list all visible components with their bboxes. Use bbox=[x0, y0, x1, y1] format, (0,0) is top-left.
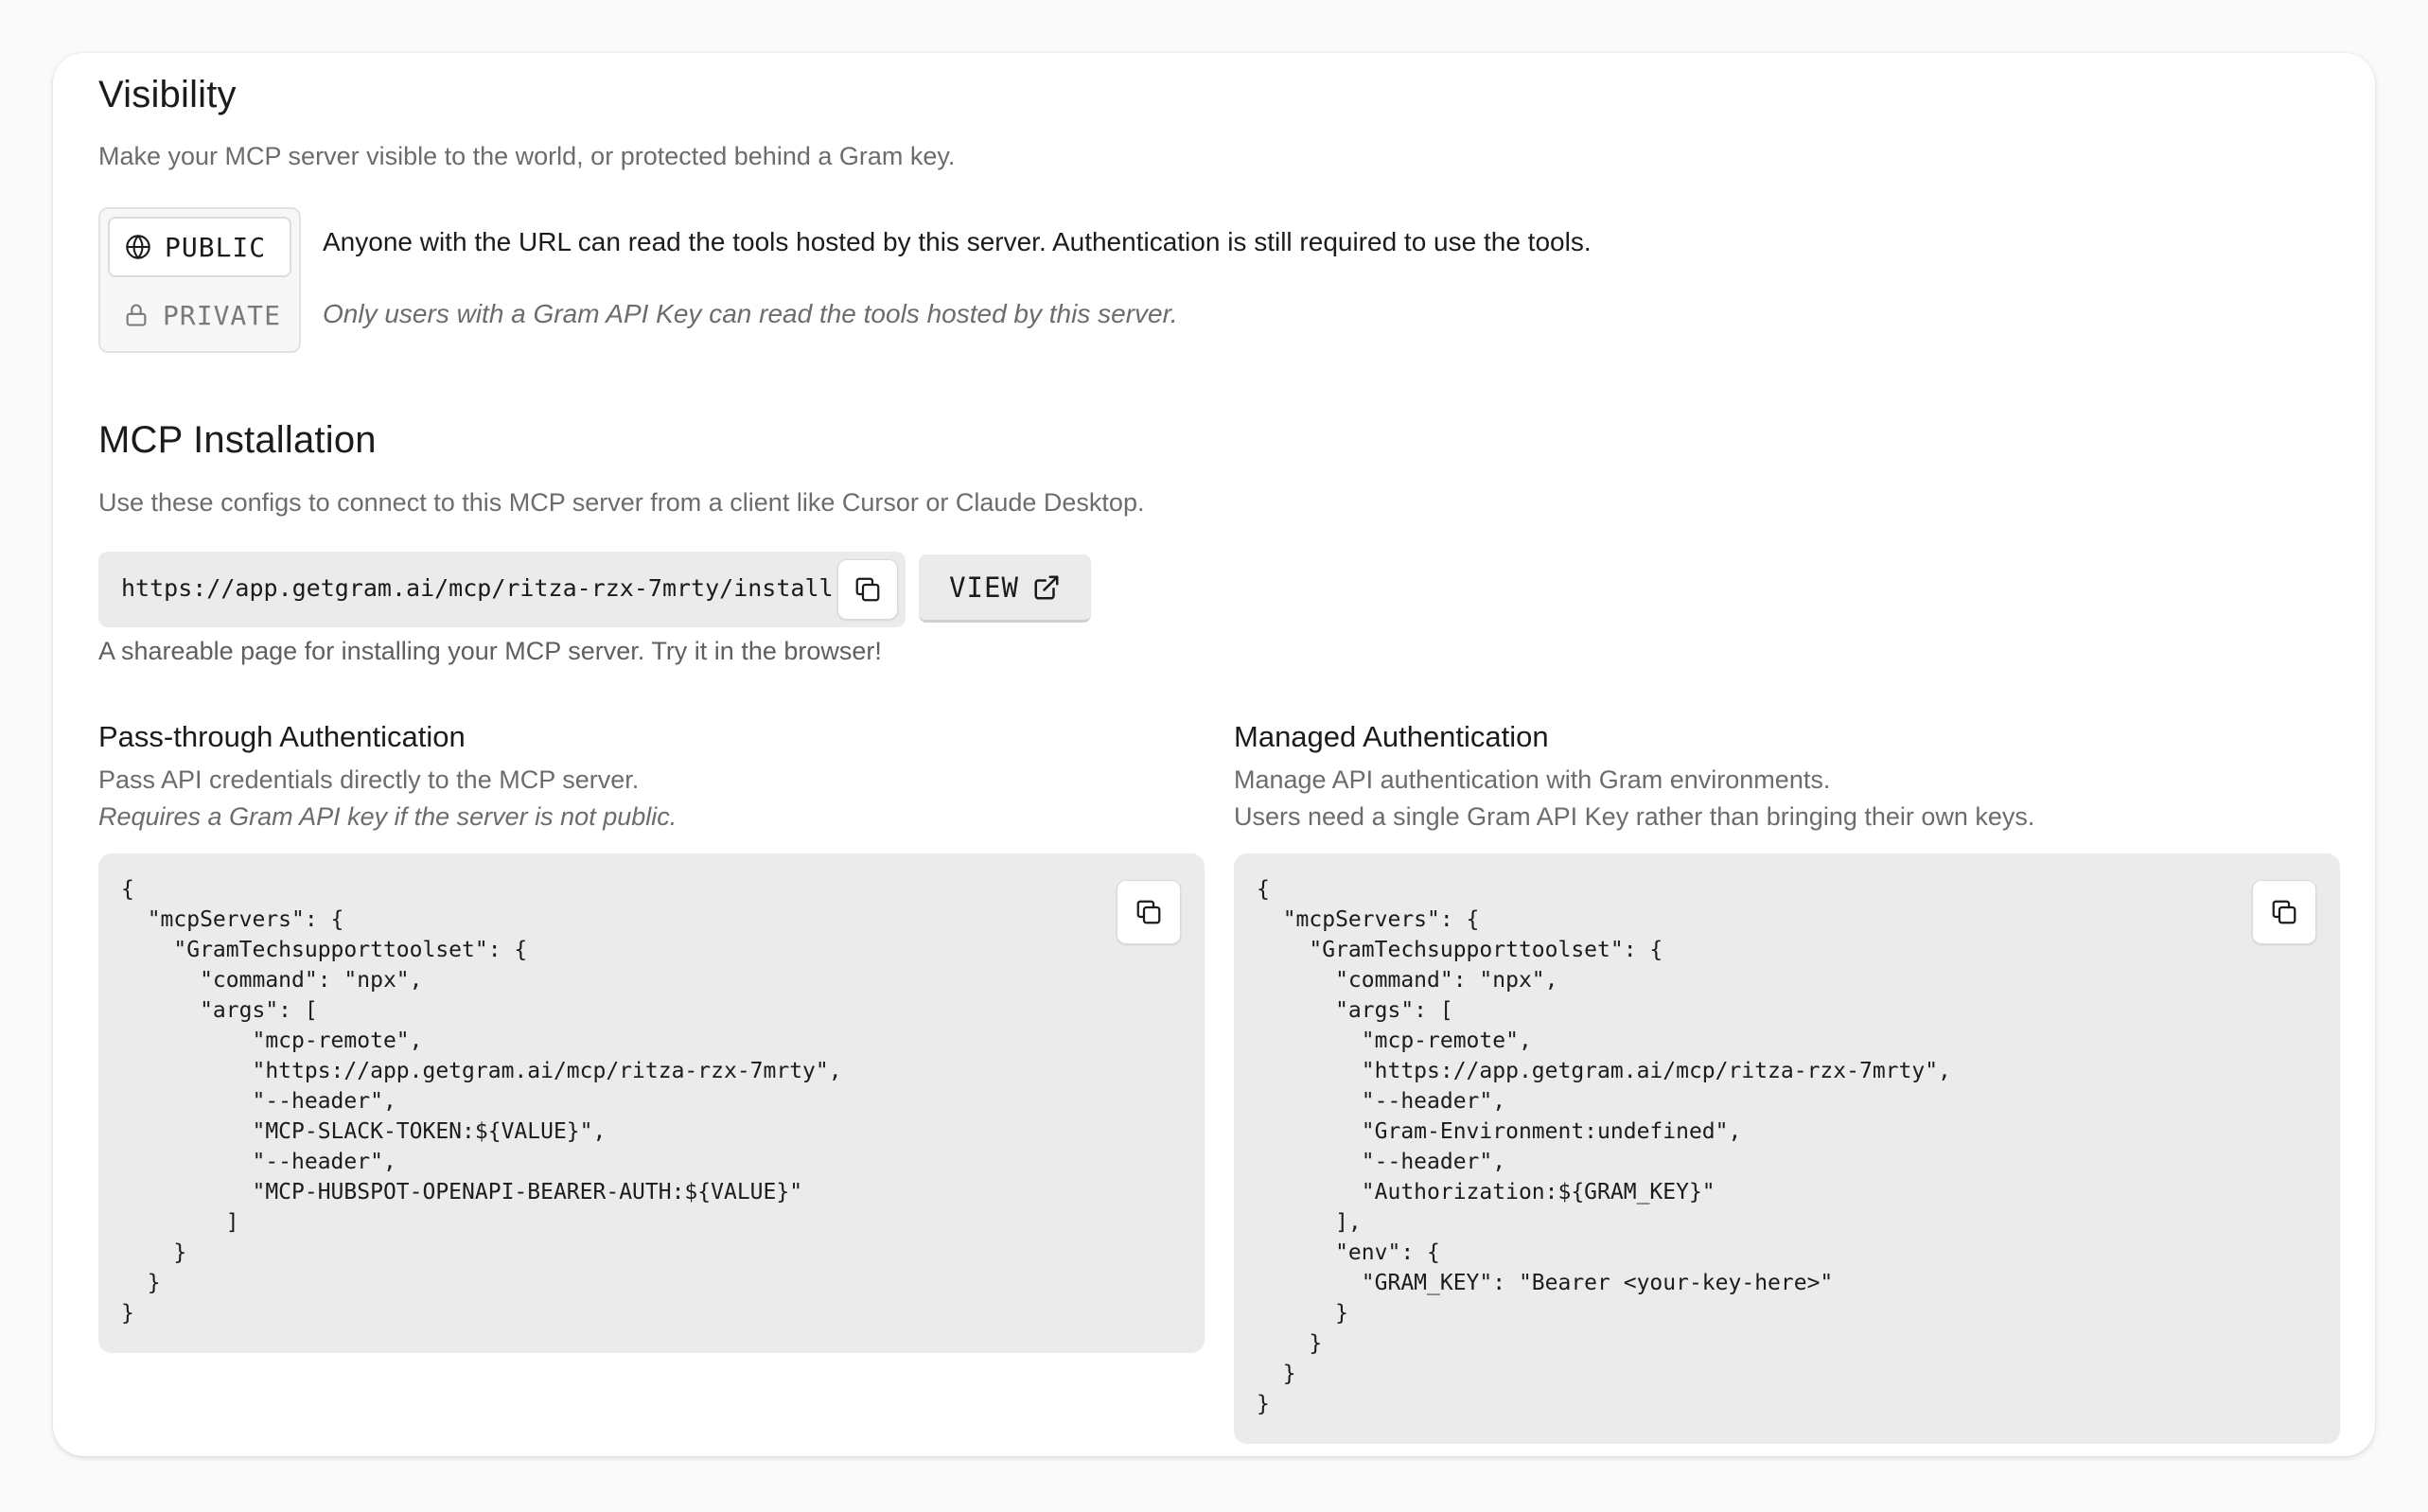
copy-icon bbox=[2272, 900, 2296, 924]
copy-url-button[interactable] bbox=[837, 559, 898, 620]
passthrough-config-block: { "mcpServers": { "GramTechsupporttoolse… bbox=[98, 853, 1205, 1353]
passthrough-note: Requires a Gram API key if the server is… bbox=[98, 802, 677, 831]
public-description: Anyone with the URL can read the tools h… bbox=[323, 227, 1592, 256]
private-description: Only users with a Gram API Key can read … bbox=[323, 299, 1178, 328]
lock-icon bbox=[126, 304, 147, 326]
copy-passthrough-config-button[interactable] bbox=[1117, 880, 1181, 944]
private-option[interactable]: PRIVATE bbox=[108, 285, 291, 345]
managed-config-code[interactable]: { "mcpServers": { "GramTechsupporttoolse… bbox=[1257, 874, 1951, 1419]
copy-managed-config-button[interactable] bbox=[2252, 880, 2316, 944]
visibility-title: Visibility bbox=[98, 74, 237, 115]
installation-subtitle: Use these configs to connect to this MCP… bbox=[98, 488, 1145, 517]
public-option[interactable]: PUBLIC bbox=[108, 217, 291, 277]
view-install-page-button[interactable]: VIEW bbox=[919, 554, 1091, 623]
managed-note: Users need a single Gram API Key rather … bbox=[1234, 802, 2035, 831]
passthrough-description: Pass API credentials directly to the MCP… bbox=[98, 765, 640, 794]
copy-icon bbox=[855, 577, 880, 602]
installation-title: MCP Installation bbox=[98, 419, 377, 461]
passthrough-config-code[interactable]: { "mcpServers": { "GramTechsupporttoolse… bbox=[121, 874, 842, 1328]
install-hint: A shareable page for installing your MCP… bbox=[98, 637, 882, 665]
copy-icon bbox=[1136, 900, 1161, 924]
passthrough-title: Pass-through Authentication bbox=[98, 720, 466, 753]
external-link-icon bbox=[1034, 575, 1059, 599]
settings-card: Visibility Make your MCP server visible … bbox=[53, 53, 2375, 1456]
public-option-label: PUBLIC bbox=[165, 231, 267, 263]
globe-icon bbox=[126, 235, 150, 259]
install-url-field: https://app.getgram.ai/mcp/ritza-rzx-7mr… bbox=[98, 552, 906, 627]
install-url[interactable]: https://app.getgram.ai/mcp/ritza-rzx-7mr… bbox=[121, 574, 834, 602]
managed-title: Managed Authentication bbox=[1234, 720, 1549, 753]
visibility-subtitle: Make your MCP server visible to the worl… bbox=[98, 142, 956, 170]
managed-description: Manage API authentication with Gram envi… bbox=[1234, 765, 1831, 794]
managed-config-block: { "mcpServers": { "GramTechsupporttoolse… bbox=[1234, 853, 2340, 1444]
private-option-label: PRIVATE bbox=[163, 299, 282, 331]
visibility-toggle: PUBLIC PRIVATE bbox=[98, 207, 301, 353]
view-button-label: VIEW bbox=[949, 571, 1019, 604]
